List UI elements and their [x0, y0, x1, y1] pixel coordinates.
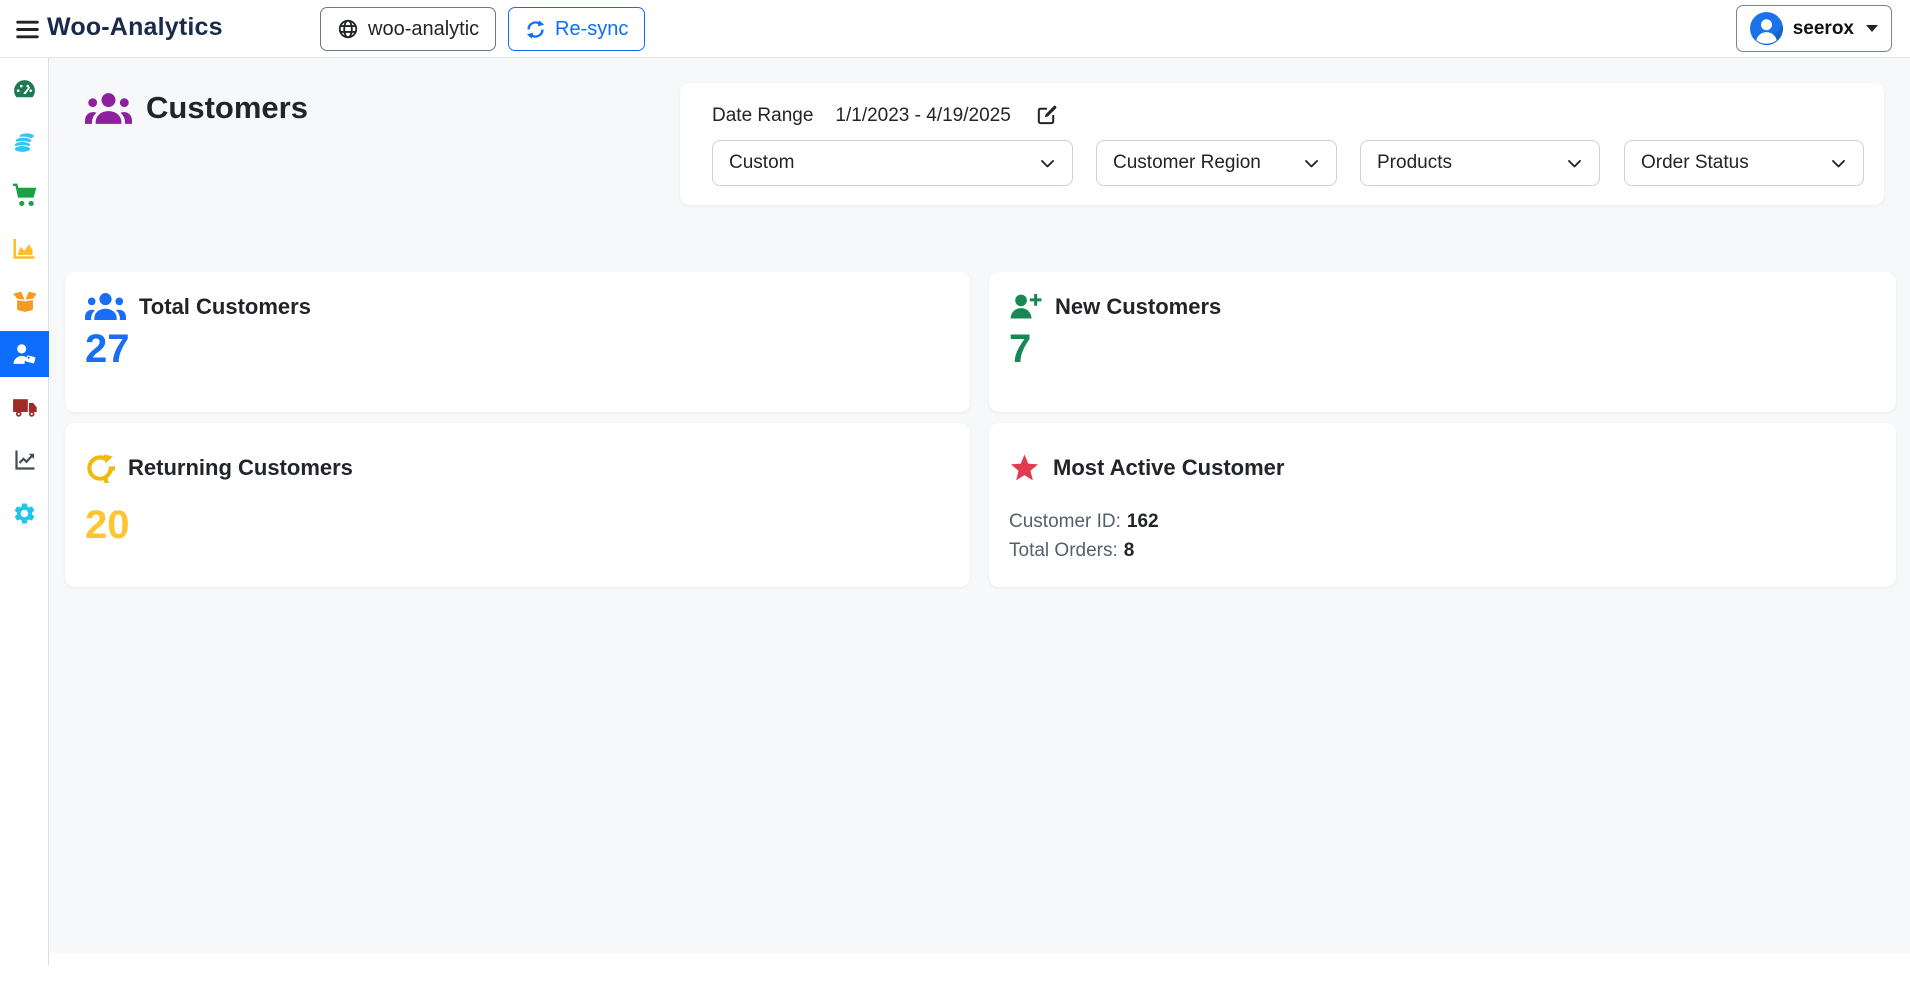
star-icon: [1009, 453, 1040, 483]
menu-toggle-icon[interactable]: [13, 15, 41, 43]
sidebar-item-customers[interactable]: [0, 331, 49, 377]
customer-region-select-value: Customer Region: [1113, 152, 1261, 174]
users-icon: [85, 291, 126, 322]
chevron-down-icon: [1866, 25, 1878, 32]
pencil-square-icon: [1035, 104, 1058, 127]
sidebar-item-products[interactable]: [0, 278, 49, 324]
period-select[interactable]: Custom: [712, 140, 1073, 186]
most-active-customer-card: Most Active Customer Customer ID: 162 Tot…: [989, 423, 1896, 587]
user-name: seerox: [1793, 18, 1854, 40]
topbar: Woo-Analytics woo-analytic Re-: [0, 0, 1910, 58]
edit-date-range-button[interactable]: [1035, 104, 1058, 127]
card-title: Most Active Customer: [1053, 455, 1284, 481]
cart-icon: [12, 183, 37, 208]
users-icon: [85, 91, 132, 126]
order-status-select-value: Order Status: [1641, 152, 1749, 174]
new-customers-card: New Customers 7: [989, 272, 1896, 412]
date-range-row: Date Range 1/1/2023 - 4/19/2025: [712, 104, 1058, 127]
coins-icon: [12, 130, 37, 155]
chevron-down-icon: [1303, 155, 1320, 172]
app-title: Woo-Analytics: [47, 13, 223, 42]
site-button-label: woo-analytic: [368, 18, 479, 41]
chevron-down-icon: [1830, 155, 1847, 172]
order-status-select[interactable]: Order Status: [1624, 140, 1864, 186]
customer-region-select[interactable]: Customer Region: [1096, 140, 1337, 186]
resync-button-label: Re-sync: [555, 18, 628, 41]
sync-icon: [525, 19, 546, 40]
card-title: New Customers: [1055, 294, 1221, 320]
sidebar-item-orders[interactable]: [0, 172, 49, 218]
box-open-icon: [12, 288, 38, 314]
total-orders-row: Total Orders: 8: [1009, 540, 1159, 562]
tachometer-icon: [12, 77, 37, 102]
truck-icon: [12, 394, 38, 420]
globe-icon: [337, 18, 359, 40]
card-header: Most Active Customer: [1009, 453, 1284, 483]
page-title: Customers: [146, 90, 308, 126]
chevron-down-icon: [1566, 155, 1583, 172]
customer-details: Customer ID: 162 Total Orders: 8: [1009, 511, 1159, 562]
chart-line-icon: [13, 448, 37, 472]
user-avatar-icon: [1750, 12, 1783, 45]
person-plus-icon: [1009, 291, 1042, 322]
site-button[interactable]: woo-analytic: [320, 7, 496, 51]
person-tag-icon: [12, 342, 37, 367]
app-window: Woo-Analytics woo-analytic Re-: [0, 0, 1910, 982]
date-range-label: Date Range: [712, 105, 813, 127]
customer-id-row: Customer ID: 162: [1009, 511, 1159, 533]
area-chart-icon: [12, 236, 37, 261]
returning-customers-card: Returning Customers 20: [65, 423, 970, 587]
sidebar: [0, 58, 49, 965]
gear-icon: [12, 501, 37, 526]
card-header: New Customers: [1009, 291, 1221, 322]
sidebar-item-sales[interactable]: [0, 119, 49, 165]
card-header: Returning Customers: [85, 453, 353, 483]
sidebar-item-settings[interactable]: [0, 490, 49, 536]
card-header: Total Customers: [85, 291, 311, 322]
redo-icon: [85, 453, 115, 483]
filter-panel: Date Range 1/1/2023 - 4/19/2025 Custom C…: [680, 83, 1884, 205]
returning-customers-value: 20: [85, 505, 130, 545]
chevron-down-icon: [1039, 155, 1056, 172]
products-select-value: Products: [1377, 152, 1452, 174]
card-title: Returning Customers: [128, 455, 353, 481]
user-menu-button[interactable]: seerox: [1736, 5, 1892, 52]
sidebar-item-dashboard[interactable]: [0, 66, 49, 112]
main-content: Customers Date Range 1/1/2023 - 4/19/202…: [49, 58, 1910, 953]
total-orders-value: 8: [1124, 540, 1135, 561]
sidebar-item-trends[interactable]: [0, 437, 49, 483]
customer-id-label: Customer ID:: [1009, 511, 1121, 532]
card-title: Total Customers: [139, 294, 311, 320]
period-select-value: Custom: [729, 152, 794, 174]
date-range-value: 1/1/2023 - 4/19/2025: [835, 105, 1010, 127]
sidebar-item-shipping[interactable]: [0, 384, 49, 430]
new-customers-value: 7: [1009, 329, 1031, 369]
customer-id-value: 162: [1127, 511, 1159, 532]
total-customers-card: Total Customers 27: [65, 272, 970, 412]
page-header: Customers: [85, 90, 308, 126]
resync-button[interactable]: Re-sync: [508, 7, 645, 51]
total-orders-label: Total Orders:: [1009, 540, 1118, 561]
total-customers-value: 27: [85, 329, 130, 369]
products-select[interactable]: Products: [1360, 140, 1600, 186]
sidebar-item-analytics[interactable]: [0, 225, 49, 271]
